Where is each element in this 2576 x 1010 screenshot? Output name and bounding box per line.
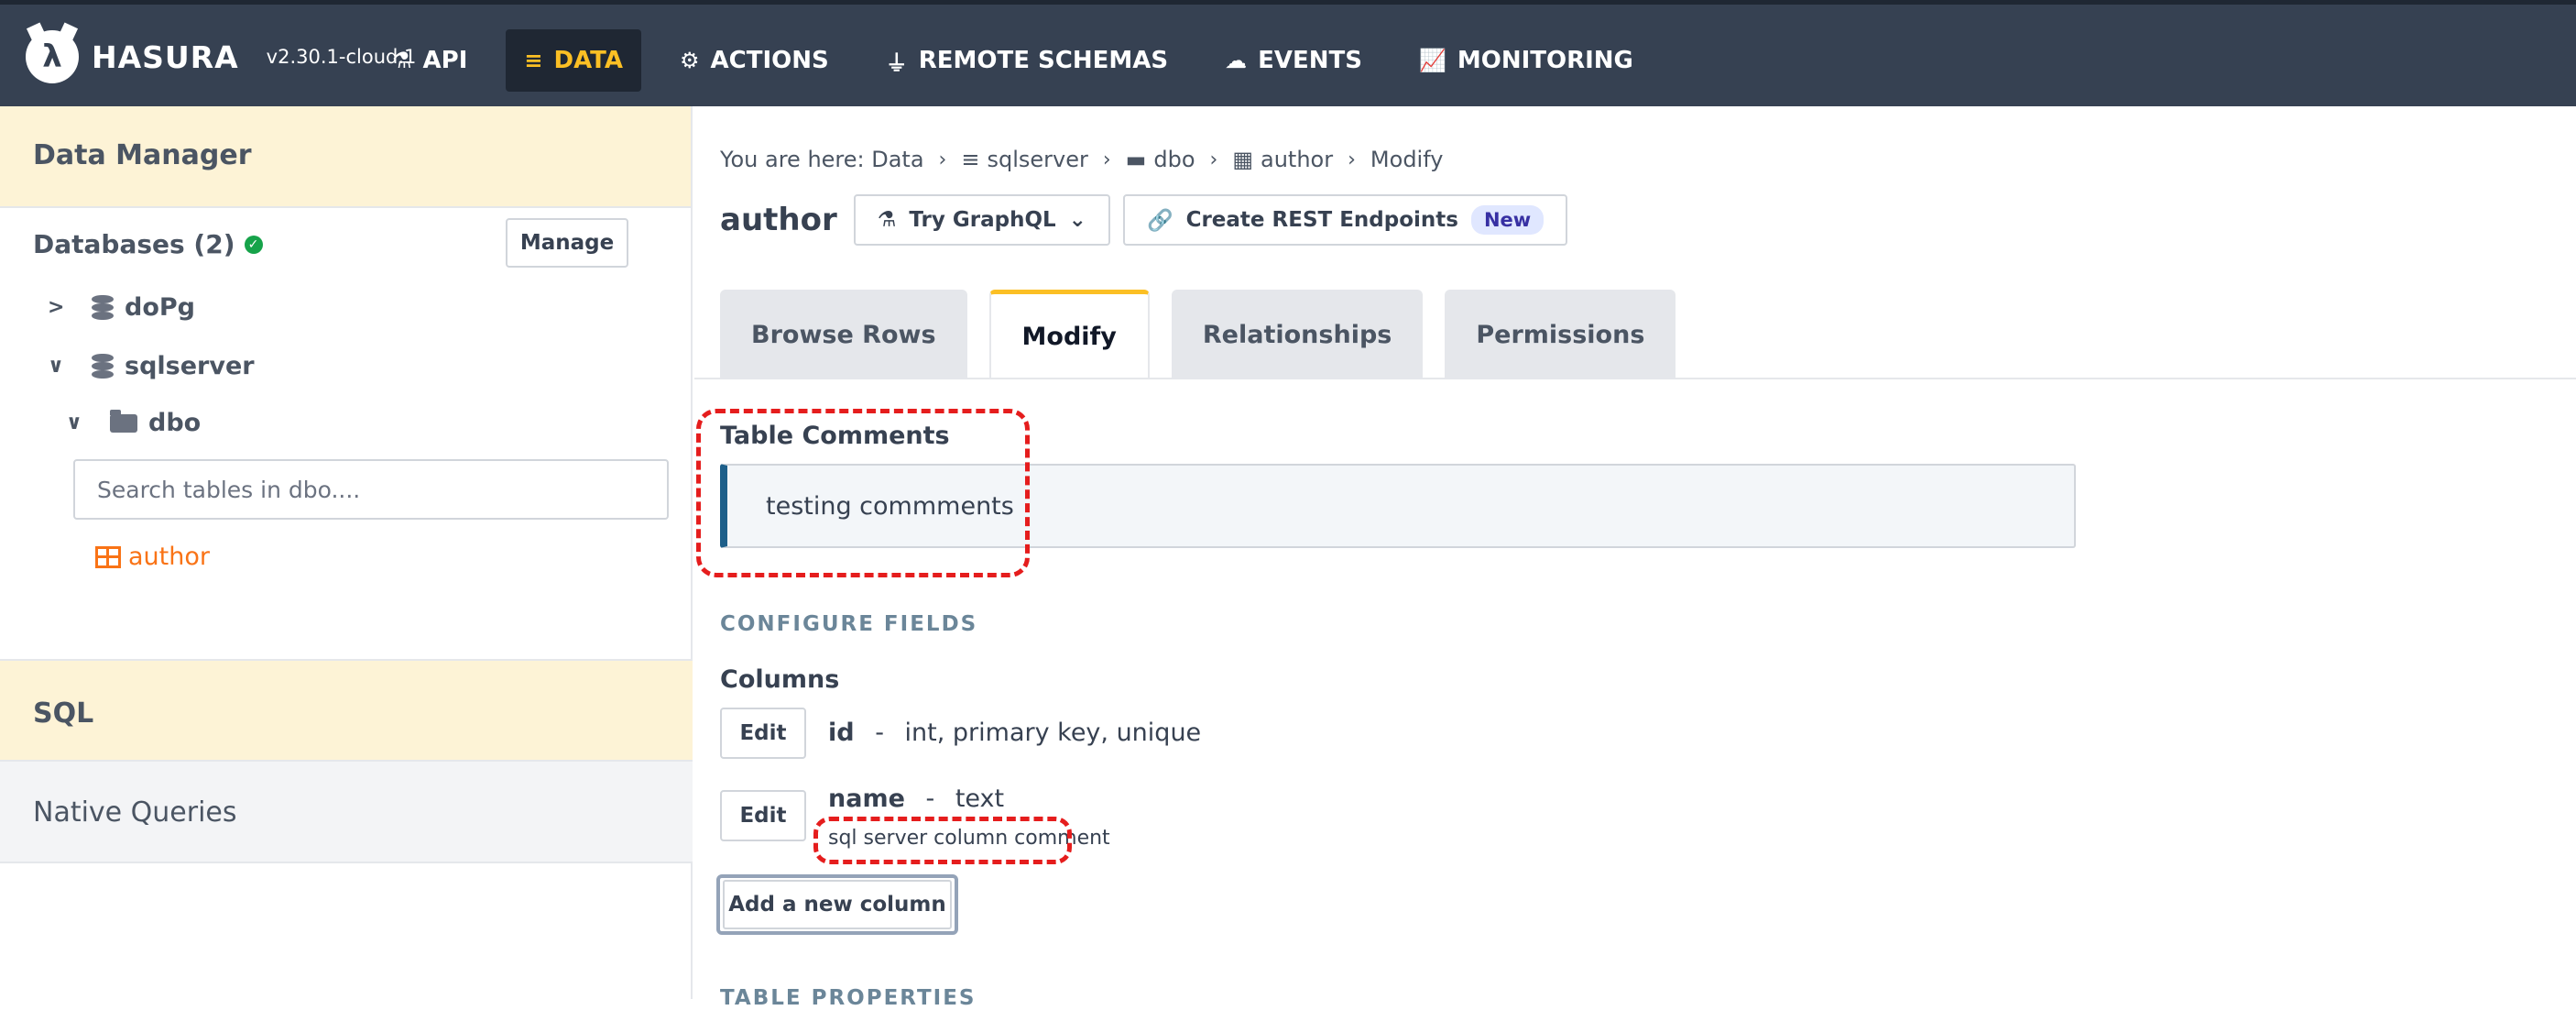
chevron-down-icon: ⌄ bbox=[1068, 208, 1086, 232]
tree-db-label: sqlserver bbox=[125, 352, 255, 380]
folder-open-icon bbox=[110, 409, 137, 433]
breadcrumb: You are here: Data › ≡ sqlserver › ▬ dbo… bbox=[720, 147, 1443, 172]
chart-line-icon: 📈 bbox=[1418, 48, 1446, 73]
tree-db-sqlserver[interactable]: ∨ sqlserver bbox=[48, 352, 255, 380]
create-rest-endpoints-button[interactable]: 🔗 Create REST Endpoints New bbox=[1122, 194, 1568, 246]
tree-schema-label: dbo bbox=[148, 409, 202, 437]
nav-events-label: EVENTS bbox=[1258, 47, 1362, 74]
top-navbar: λ HASURA v2.30.1-cloud.1 ⚗ API ≡ DATA ⚙ … bbox=[0, 0, 2576, 106]
column-type: text bbox=[955, 785, 1005, 813]
chevron-right-icon[interactable]: > bbox=[48, 296, 73, 319]
column-name: id bbox=[828, 719, 855, 747]
main-nav: ⚗ API ≡ DATA ⚙ ACTIONS ⏚ REMOTE SCHEMAS … bbox=[374, 29, 1672, 92]
breadcrumb-db[interactable]: sqlserver bbox=[987, 147, 1087, 172]
check-circle-icon: ✓ bbox=[244, 235, 263, 254]
chevron-down-icon[interactable]: ∨ bbox=[48, 355, 73, 378]
table-icon: ▦ bbox=[1232, 147, 1254, 172]
tab-modify[interactable]: Modify bbox=[988, 290, 1150, 379]
data-manager-header[interactable]: Data Manager bbox=[0, 106, 691, 208]
hasura-logo[interactable]: λ HASURA v2.30.1-cloud.1 bbox=[26, 30, 416, 83]
nav-api[interactable]: ⚗ API bbox=[374, 29, 486, 92]
try-graphql-button[interactable]: ⚗ Try GraphQL ⌄ bbox=[853, 194, 1110, 246]
chevron-right-icon: › bbox=[938, 148, 947, 171]
manage-button[interactable]: Manage bbox=[506, 218, 628, 268]
breadcrumb-table[interactable]: author bbox=[1261, 147, 1333, 172]
nav-remote-schemas[interactable]: ⏚ REMOTE SCHEMAS bbox=[868, 29, 1186, 92]
page-title: author bbox=[720, 202, 837, 238]
database-icon bbox=[92, 353, 114, 379]
column-separator: - bbox=[875, 719, 884, 747]
breadcrumb-data[interactable]: You are here: Data bbox=[720, 147, 924, 172]
database-icon: ≡ bbox=[524, 48, 543, 73]
breadcrumb-schema[interactable]: dbo bbox=[1153, 147, 1195, 172]
nav-monitoring[interactable]: 📈 MONITORING bbox=[1401, 29, 1652, 92]
column-separator: - bbox=[925, 785, 935, 813]
column-type: int, primary key, unique bbox=[904, 719, 1202, 747]
flask-icon: ⚗ bbox=[392, 48, 412, 73]
nav-monitoring-label: MONITORING bbox=[1457, 47, 1633, 74]
chevron-right-icon: › bbox=[1209, 148, 1218, 171]
chevron-right-icon: › bbox=[1348, 148, 1356, 171]
nav-data[interactable]: ≡ DATA bbox=[506, 29, 642, 92]
nav-remote-schemas-label: REMOTE SCHEMAS bbox=[918, 47, 1169, 74]
plug-icon: ⏚ bbox=[885, 49, 908, 76]
tab-permissions[interactable]: Permissions bbox=[1445, 290, 1676, 379]
chevron-down-icon[interactable]: ∨ bbox=[66, 412, 92, 434]
edit-column-button[interactable]: Edit bbox=[720, 708, 806, 759]
sidebar: Data Manager Databases (2) ✓ Manage > do… bbox=[0, 106, 693, 999]
link-icon: 🔗 bbox=[1146, 208, 1173, 233]
main-content: You are here: Data › ≡ sqlserver › ▬ dbo… bbox=[694, 106, 2576, 1010]
tree-table-label: author bbox=[128, 543, 210, 571]
tab-browse-rows[interactable]: Browse Rows bbox=[720, 290, 967, 379]
databases-heading: Databases (2) ✓ bbox=[33, 229, 263, 259]
column-row: id - int, primary key, unique bbox=[828, 719, 1201, 747]
tabs-divider bbox=[694, 378, 2576, 379]
tab-relationships[interactable]: Relationships bbox=[1171, 290, 1424, 379]
column-name: name bbox=[828, 785, 905, 813]
nav-api-label: API bbox=[422, 47, 468, 74]
annotation-highlight bbox=[696, 409, 1030, 577]
annotation-highlight bbox=[813, 817, 1072, 864]
sql-section[interactable]: SQL bbox=[0, 659, 693, 762]
column-row: name - text bbox=[828, 785, 1004, 813]
nav-actions[interactable]: ⚙ ACTIONS bbox=[661, 29, 847, 92]
create-rest-label: Create REST Endpoints bbox=[1185, 208, 1458, 232]
databases-label: Databases (2) bbox=[33, 229, 235, 259]
native-queries-section[interactable]: Native Queries bbox=[0, 762, 693, 863]
cogs-icon: ⚙ bbox=[680, 48, 700, 73]
flask-icon: ⚗ bbox=[877, 208, 897, 232]
database-icon bbox=[92, 294, 114, 321]
columns-label: Columns bbox=[720, 665, 840, 694]
hasura-logo-icon: λ bbox=[26, 30, 79, 83]
search-tables-input[interactable] bbox=[73, 459, 669, 520]
new-badge: New bbox=[1470, 205, 1545, 235]
tab-bar: Browse Rows Modify Relationships Permiss… bbox=[720, 290, 1697, 379]
table-icon bbox=[95, 545, 121, 568]
add-new-column-label: Add a new column bbox=[723, 880, 952, 929]
database-icon: ≡ bbox=[961, 147, 980, 172]
add-new-column-button[interactable]: Add a new column bbox=[716, 874, 958, 935]
configure-fields-label: CONFIGURE FIELDS bbox=[720, 612, 978, 636]
title-row: author ⚗ Try GraphQL ⌄ 🔗 Create REST End… bbox=[720, 194, 1580, 246]
nav-events[interactable]: ☁ EVENTS bbox=[1206, 29, 1381, 92]
breadcrumb-current: Modify bbox=[1370, 147, 1444, 172]
nav-data-label: DATA bbox=[553, 47, 624, 74]
table-properties-label: TABLE PROPERTIES bbox=[720, 986, 977, 1010]
logo-text: HASURA bbox=[92, 38, 239, 75]
tree-db-dopg[interactable]: > doPg bbox=[48, 293, 195, 322]
nav-actions-label: ACTIONS bbox=[710, 47, 829, 74]
folder-icon: ▬ bbox=[1125, 147, 1147, 172]
tree-db-label: doPg bbox=[125, 293, 195, 322]
chevron-right-icon: › bbox=[1102, 148, 1111, 171]
try-graphql-label: Try GraphQL bbox=[909, 208, 1056, 232]
tree-schema-dbo[interactable]: ∨ dbo bbox=[66, 409, 201, 437]
cloud-icon: ☁ bbox=[1225, 48, 1248, 73]
edit-column-button[interactable]: Edit bbox=[720, 790, 806, 841]
tree-table-author[interactable]: author bbox=[95, 543, 210, 571]
